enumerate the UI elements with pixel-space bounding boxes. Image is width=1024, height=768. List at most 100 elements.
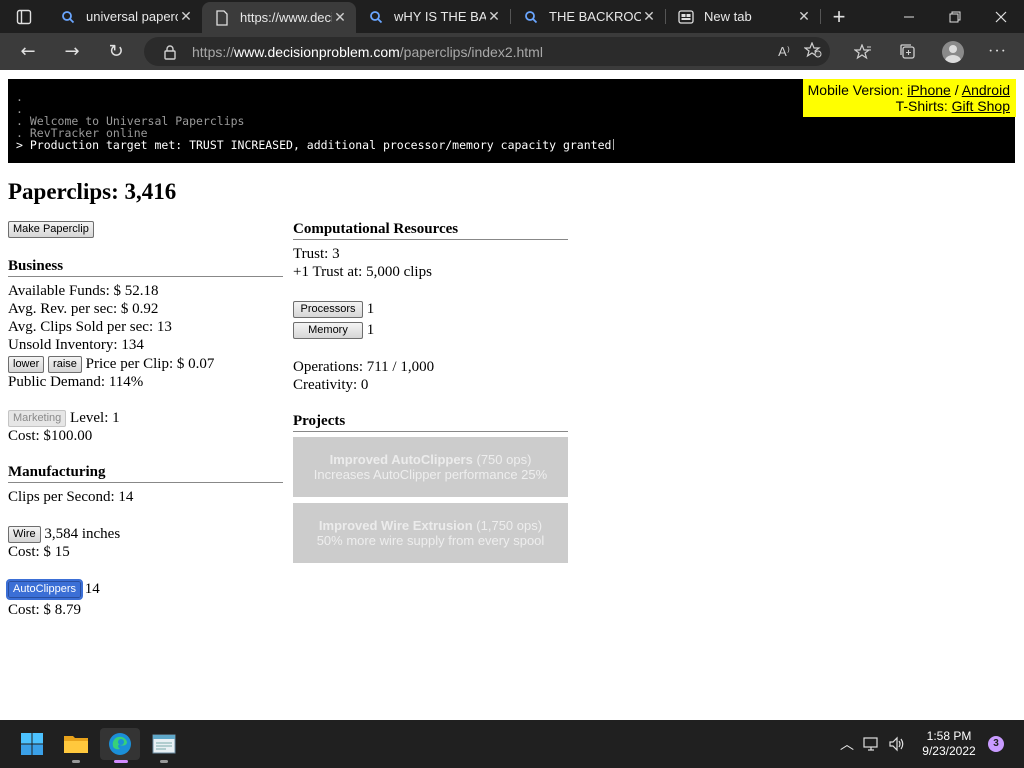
mobile-version-line: Mobile Version: iPhone / Android [803,82,1010,98]
url-host: www.decisionproblem.com [234,43,400,60]
read-aloud-button[interactable]: A⁾ [778,44,790,60]
file-explorer-icon [64,736,88,753]
taskbar-file-explorer[interactable] [56,728,96,763]
projects-heading: Projects [293,412,568,432]
search-icon [523,9,539,25]
close-window-button[interactable] [978,0,1024,33]
window-controls [886,0,1024,33]
marketing-cost-value: 100.00 [50,428,93,444]
make-paperclip-button[interactable]: Make Paperclip [8,221,94,238]
address-bar-actions: A⁾ [778,37,822,66]
refresh-button[interactable]: ↻ [94,33,138,70]
close-tab-button[interactable]: ✕ [332,9,348,26]
console-cursor [613,139,615,150]
buy-wire-button[interactable]: Wire [8,526,41,543]
marketing-cost: Cost: $100.00 [8,427,283,445]
next-trust-value: 5,000 clips [366,264,432,280]
demand-value: 114% [108,374,144,390]
operations-value: 711 / 1,000 [366,359,435,375]
project-improved-autoclippers[interactable]: Improved AutoClippers (750 ops) Increase… [293,437,568,497]
volume-button[interactable] [884,736,910,752]
project-name: Improved Wire Extrusion [318,518,473,533]
tab-actions-button[interactable] [0,0,48,33]
tshirts-line: T-Shirts: Gift Shop [803,98,1010,114]
iphone-link[interactable]: iPhone [907,82,951,98]
taskbar-notepad[interactable] [144,728,184,763]
raise-price-button[interactable]: raise [48,356,82,373]
creativity: Creativity: 0 [293,376,568,394]
autoclippers-row: AutoClippers 14 [6,579,283,600]
favorites-button[interactable] [840,43,885,60]
wire-row: Wire 3,584 inches [8,525,283,543]
add-processor-button[interactable]: Processors [293,301,363,318]
notification-badge[interactable]: 3 [988,736,1004,752]
new-tab-button[interactable]: + [821,0,857,33]
newtab-icon [678,9,694,25]
show-hidden-icons-button[interactable]: ︿ [836,734,858,754]
close-tab-button[interactable]: ✕ [641,8,657,25]
network-button[interactable] [858,736,884,752]
collections-button[interactable] [885,43,930,61]
page-icon [214,9,230,26]
projects-list: Improved AutoClippers (750 ops) Increase… [293,437,568,563]
settings-menu-button[interactable]: ··· [975,43,1020,61]
minimize-icon [904,16,914,17]
star-add-icon [803,41,822,58]
available-funds: Available Funds: $ 52.18 [8,282,283,300]
notepad-icon [152,734,176,754]
promo-box: Mobile Version: iPhone / Android T-Shirt… [803,79,1016,117]
chevron-up-icon: ︿ [840,736,854,752]
console-current-text: > Production target met: TRUST INCREASED… [16,138,612,152]
taskbar-clock[interactable]: 1:58 PM 9/23/2022 [914,729,984,759]
tab-strip: universal paperclips ✕ https://www.decis… [0,0,1024,33]
marketing-level-value: 1 [112,410,120,426]
start-button[interactable] [12,728,52,760]
volume-icon [889,736,904,752]
tab-title: wHY IS THE BACKROOMS [394,9,486,24]
back-button[interactable]: ← [6,33,50,70]
avg-sold-label: Avg. Clips Sold per sec: [8,319,154,335]
avg-rev-value: 0.92 [132,301,159,317]
search-icon [60,9,76,25]
android-link[interactable]: Android [962,82,1010,98]
taskbar-edge[interactable] [100,728,140,763]
add-favorite-button[interactable] [803,41,822,61]
tab-new-tab[interactable]: New tab ✕ [666,0,820,33]
close-tab-button[interactable]: ✕ [796,8,812,25]
profile-button[interactable] [930,40,975,63]
wire-cost: Cost: $ 15 [8,543,283,561]
url-scheme: https:// [192,43,235,60]
close-tab-button[interactable]: ✕ [178,8,194,25]
close-tab-button[interactable]: ✕ [486,8,502,25]
minimize-button[interactable] [886,0,932,33]
tab-backrooms-question[interactable]: wHY IS THE BACKROOMS ✕ [356,0,510,33]
buy-autoclippers-button[interactable]: AutoClippers [6,579,83,600]
project-description: Increases AutoClipper performance 25% [313,467,548,482]
page-content: . . . Welcome to Universal Paperclips . … [0,79,1024,720]
edge-icon [109,733,131,755]
tab-universal-paperclips[interactable]: universal paperclips ✕ [48,0,202,33]
gift-shop-link[interactable]: Gift Shop [952,98,1010,114]
creativity-value: 0 [360,377,369,393]
tab-the-backrooms[interactable]: THE BACKROOMS ✕ [511,0,665,33]
lower-price-button[interactable]: lower [8,356,45,373]
restore-button[interactable] [932,0,978,33]
price-label: Price per Clip: $ [85,356,185,372]
forward-button[interactable]: → [50,33,94,70]
network-icon [863,737,878,751]
url-path: /paperclips/index2.html [399,43,543,60]
mobile-version-label: Mobile Version: [807,82,904,98]
next-trust: +1 Trust at: 5,000 clips [293,263,568,281]
system-tray: ︿ [836,720,910,768]
running-indicator [160,760,168,763]
trust: Trust: 3 [293,245,568,263]
price-value: 0.07 [188,356,215,372]
tab-decisionproblem[interactable]: https://www.decisionproblem.com/papercli… [202,2,356,33]
marketing-button[interactable]: Marketing [8,410,67,427]
autoclippers-count: 14 [84,581,100,597]
project-improved-wire-extrusion[interactable]: Improved Wire Extrusion (1,750 ops) 50% … [293,503,568,563]
running-indicator [114,760,128,763]
demand-label: Public Demand: [8,374,106,390]
address-bar[interactable]: https://www.decisionproblem.com/papercli… [144,37,830,66]
add-memory-button[interactable]: Memory [293,322,363,339]
